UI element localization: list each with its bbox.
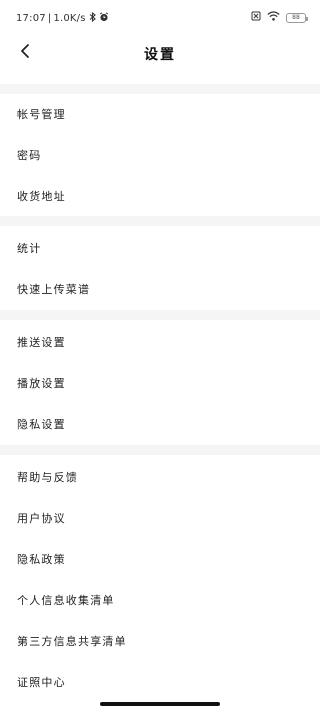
settings-item-label: 用户协议 [17, 512, 66, 525]
settings-item-label: 播放设置 [17, 377, 66, 390]
settings-item-label: 隐私政策 [17, 553, 66, 566]
settings-item-personal-info-list[interactable]: 个人信息收集清单 [0, 580, 320, 620]
settings-item-label: 统计 [17, 242, 42, 255]
settings-item-label: 推送设置 [17, 336, 66, 349]
status-divider: | [47, 13, 52, 24]
page-title: 设置 [144, 47, 176, 63]
group-separator [0, 310, 320, 320]
settings-item-help-feedback[interactable]: 帮助与反馈 [0, 457, 320, 497]
settings-item-account-management[interactable]: 帐号管理 [0, 94, 320, 134]
status-time: 17:07 [16, 13, 46, 24]
settings-item-label: 隐私设置 [17, 418, 66, 431]
settings-item-label: 快速上传菜谱 [17, 283, 91, 296]
settings-item-label: 收货地址 [17, 190, 66, 203]
status-right: 88 [251, 11, 308, 24]
settings-item-user-agreement[interactable]: 用户协议 [0, 498, 320, 538]
sim-icon [251, 11, 261, 24]
settings-item-privacy-settings[interactable]: 隐私设置 [0, 404, 320, 444]
group-separator [0, 84, 320, 94]
settings-item-label: 第三方信息共享清单 [17, 635, 127, 648]
home-indicator[interactable] [100, 702, 220, 706]
settings-item-shipping-address[interactable]: 收货地址 [0, 176, 320, 216]
settings-item-license-center[interactable]: 证照中心 [0, 662, 320, 702]
settings-item-label: 帮助与反馈 [17, 471, 78, 484]
settings-item-quick-upload-recipe[interactable]: 快速上传菜谱 [0, 269, 320, 309]
settings-item-password[interactable]: 密码 [0, 135, 320, 175]
settings-item-label: 帐号管理 [17, 108, 66, 121]
settings-item-label: 证照中心 [17, 676, 66, 689]
status-network-speed: 1.0K/s [53, 13, 86, 24]
alarm-icon [99, 12, 109, 25]
settings-item-statistics[interactable]: 统计 [0, 228, 320, 268]
group-separator [0, 445, 320, 455]
wifi-icon [267, 11, 280, 24]
group-separator [0, 216, 320, 226]
battery-level: 88 [292, 13, 300, 21]
battery-icon: 88 [286, 12, 308, 23]
settings-item-label: 个人信息收集清单 [17, 594, 115, 607]
settings-item-playback-settings[interactable]: 播放设置 [0, 363, 320, 403]
settings-item-third-party-sharing-list[interactable]: 第三方信息共享清单 [0, 621, 320, 661]
nav-bar: 设置 [0, 36, 320, 72]
settings-item-push-settings[interactable]: 推送设置 [0, 322, 320, 362]
bluetooth-icon [88, 11, 97, 25]
status-left: 17:07 | 1.0K/s [16, 11, 109, 25]
settings-item-privacy-policy[interactable]: 隐私政策 [0, 539, 320, 579]
settings-item-label: 密码 [17, 149, 42, 162]
status-bar: 17:07 | 1.0K/s 88 [0, 0, 320, 36]
